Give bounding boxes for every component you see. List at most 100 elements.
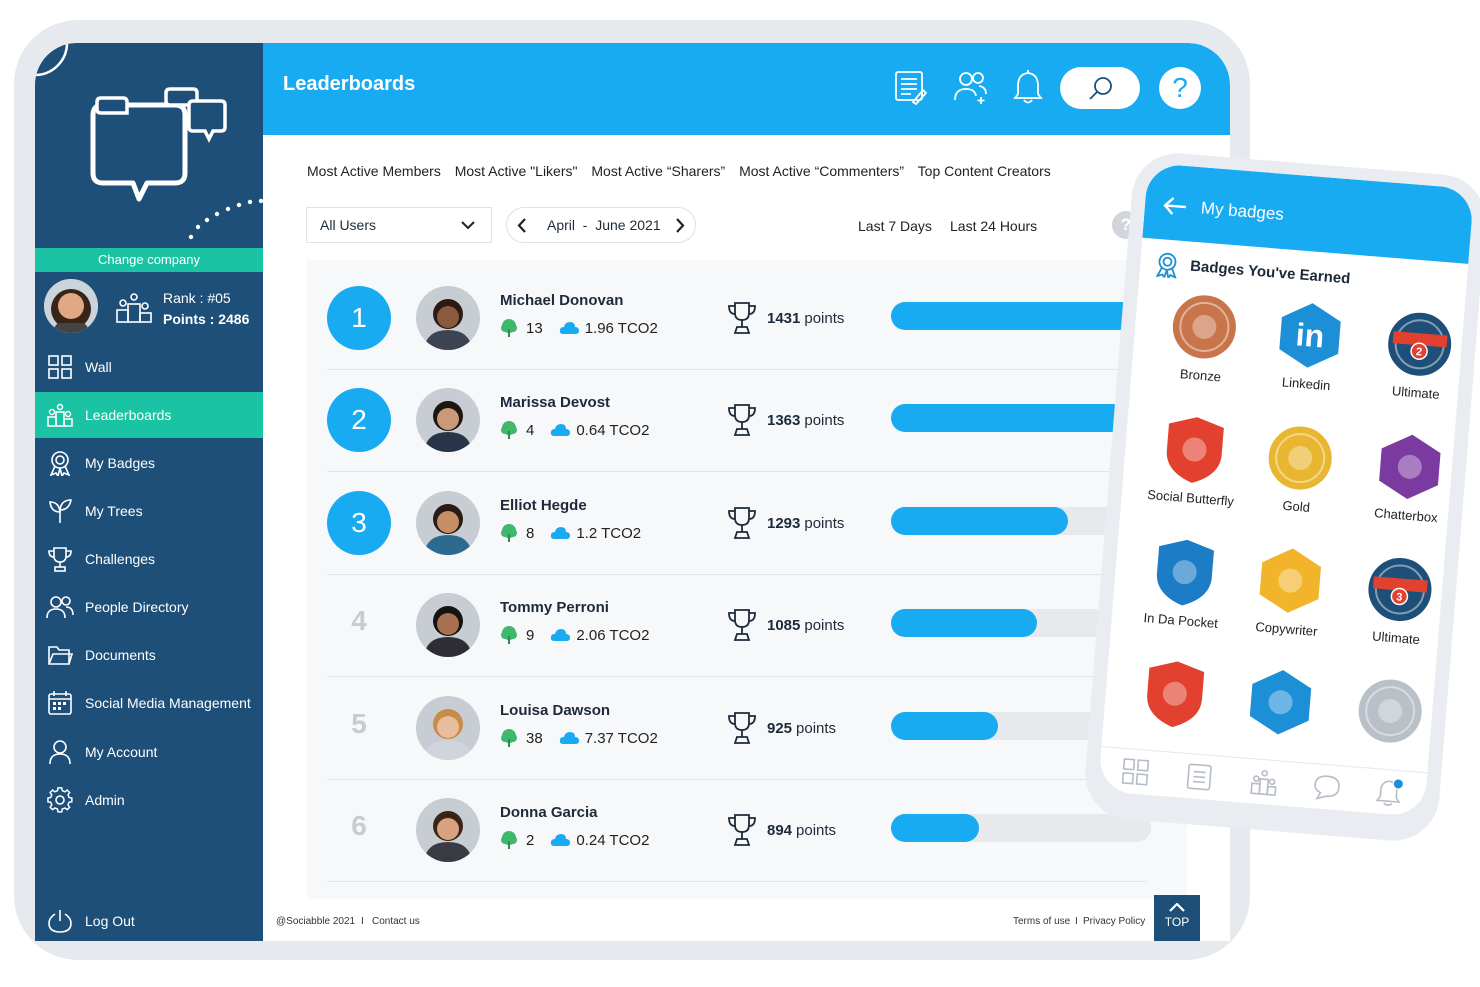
tab-most-active-members[interactable]: Most Active Members xyxy=(307,163,441,179)
badge-item[interactable]: Bronze xyxy=(1150,286,1257,388)
table-row[interactable]: 6 Donna Garcia 2 0.24 TCO2 894 points xyxy=(327,780,1151,882)
badge-label: In Da Pocket xyxy=(1143,610,1219,631)
trophy-icon xyxy=(728,814,756,846)
user-avatar[interactable] xyxy=(44,279,98,333)
points-value: 1431 xyxy=(767,309,801,327)
chat-icon[interactable] xyxy=(1312,772,1342,802)
back-arrow-icon[interactable] xyxy=(1162,196,1187,216)
chevron-left-icon[interactable] xyxy=(517,218,527,233)
member-avatar[interactable] xyxy=(416,593,480,657)
member-avatar[interactable] xyxy=(416,491,480,555)
quill-icon xyxy=(1250,541,1330,621)
member-name[interactable]: Michael Donovan xyxy=(500,292,623,309)
table-row[interactable]: 3 Elliot Hegde 8 1.2 TCO2 1293 points xyxy=(327,473,1151,575)
member-name[interactable]: Tommy Perroni xyxy=(500,599,609,616)
table-row[interactable]: 1 Michael Donovan 13 1.96 TCO2 1431 poin… xyxy=(327,268,1151,370)
sidebar-item-social-media-management[interactable]: Social Media Management xyxy=(35,680,263,726)
member-stats: 2 0.24 TCO2 xyxy=(500,830,649,850)
search-button[interactable] xyxy=(1060,67,1140,109)
phone-mockup: My badges Badges You've Earned Bronze in … xyxy=(1081,149,1480,845)
badge-item[interactable] xyxy=(1337,670,1443,756)
last-7-days-button[interactable]: Last 7 Days xyxy=(858,218,932,234)
sidebar-item-label: Admin xyxy=(85,792,125,808)
news-icon[interactable] xyxy=(1184,762,1214,792)
cloud-icon xyxy=(559,732,579,744)
last-24-hours-button[interactable]: Last 24 Hours xyxy=(950,218,1037,234)
table-row[interactable]: 4 Tommy Perroni 9 2.06 TCO2 1085 points xyxy=(327,575,1151,677)
sidebar-item-label: My Account xyxy=(85,744,158,760)
member-name[interactable]: Donna Garcia xyxy=(500,804,598,821)
terms-link[interactable]: Terms of use xyxy=(1013,916,1070,927)
back-to-top-button[interactable]: TOP xyxy=(1154,895,1200,941)
member-name[interactable]: Elliot Hegde xyxy=(500,497,587,514)
users-dropdown[interactable]: All Users xyxy=(306,207,492,243)
tab-most-active-sharers[interactable]: Most Active “Sharers” xyxy=(591,163,725,179)
member-stats: 38 7.37 TCO2 xyxy=(500,728,658,748)
tab-top-content-creators[interactable]: Top Content Creators xyxy=(918,163,1051,179)
tab-most-active-commenters[interactable]: Most Active “Commenters” xyxy=(739,163,904,179)
member-avatar[interactable] xyxy=(416,286,480,350)
tablet-screen: Change company Rank : #05 Points : 2486 … xyxy=(35,43,1230,941)
folder-icon xyxy=(35,643,85,667)
sidebar-item-my-account[interactable]: My Account xyxy=(35,729,263,775)
sidebar-item-label: My Trees xyxy=(85,503,143,519)
points-value: 1085 xyxy=(767,616,801,634)
member-points: 1293 points xyxy=(727,506,844,540)
contact-link[interactable]: Contact us xyxy=(372,916,420,927)
tree-icon xyxy=(501,319,517,337)
phone-icon xyxy=(1145,532,1225,612)
top-bar: Leaderboards ? xyxy=(263,43,1230,135)
sidebar-item-challenges[interactable]: Challenges xyxy=(35,536,263,582)
grid-icon[interactable] xyxy=(1120,757,1150,787)
bell-icon[interactable] xyxy=(1013,69,1043,110)
sidebar-item-documents[interactable]: Documents xyxy=(35,632,263,678)
top-label: TOP xyxy=(1164,915,1190,929)
badge-item[interactable]: in Linkedin xyxy=(1256,295,1363,397)
points-suffix: points xyxy=(804,309,845,327)
badge-item[interactable]: Social Butterfly xyxy=(1140,409,1247,511)
badge-item[interactable] xyxy=(1227,661,1333,747)
sidebar-item-label: My Badges xyxy=(85,455,156,471)
badge-item[interactable]: In Da Pocket xyxy=(1130,531,1237,633)
member-avatar[interactable] xyxy=(416,388,480,452)
table-row[interactable]: 5 Louisa Dawson 38 7.37 TCO2 925 points xyxy=(327,678,1151,780)
sidebar-item-label: Documents xyxy=(85,647,156,663)
copyright: @Sociabble 2021 xyxy=(276,916,356,927)
badge-item[interactable]: 3 Ultimate xyxy=(1346,549,1453,651)
sidebar-item-wall[interactable]: Wall xyxy=(35,344,263,390)
user-points: Points : 2486 xyxy=(163,311,250,327)
news-icon[interactable] xyxy=(893,69,928,110)
trophy-icon xyxy=(728,302,756,334)
trophy-icon xyxy=(35,546,85,572)
badge-item[interactable]: Chatterbox xyxy=(1355,426,1462,528)
badge-label: Ultimate xyxy=(1391,383,1441,403)
grid-icon xyxy=(35,354,85,380)
table-row[interactable]: 2 Marissa Devost 4 0.64 TCO2 1363 points xyxy=(327,370,1151,472)
podium-icon[interactable] xyxy=(1248,767,1280,797)
member-name[interactable]: Marissa Devost xyxy=(500,394,610,411)
sidebar-item-my-badges[interactable]: My Badges xyxy=(35,440,263,486)
chevron-right-icon[interactable] xyxy=(675,218,685,233)
help-button[interactable]: ? xyxy=(1159,67,1201,109)
badge-item[interactable]: 2 Ultimate xyxy=(1365,303,1472,405)
sidebar-item-my-trees[interactable]: My Trees xyxy=(35,488,263,534)
badge-item[interactable]: Gold xyxy=(1246,417,1353,519)
sidebar-item-people-directory[interactable]: People Directory xyxy=(35,584,263,630)
member-name[interactable]: Louisa Dawson xyxy=(500,702,610,719)
sidebar-item-admin[interactable]: Admin xyxy=(35,777,263,823)
badge-item[interactable]: Copywriter xyxy=(1236,540,1343,642)
logo xyxy=(35,43,264,248)
change-company-button[interactable]: Change company xyxy=(35,248,263,272)
bell-icon[interactable] xyxy=(1374,775,1406,807)
phone-title: My badges xyxy=(1200,198,1285,224)
cloud-icon xyxy=(551,629,571,641)
tab-most-active-likers[interactable]: Most Active "Likers" xyxy=(455,163,578,179)
member-avatar[interactable] xyxy=(416,798,480,862)
badge-item[interactable] xyxy=(1122,653,1228,739)
logout-button[interactable]: Log Out xyxy=(35,898,263,941)
sidebar-item-label: Challenges xyxy=(85,551,156,567)
member-avatar[interactable] xyxy=(416,696,480,760)
sidebar-item-leaderboards[interactable]: Leaderboards xyxy=(35,392,263,438)
privacy-link[interactable]: Privacy Policy xyxy=(1083,916,1145,927)
people-add-icon[interactable] xyxy=(953,69,989,110)
